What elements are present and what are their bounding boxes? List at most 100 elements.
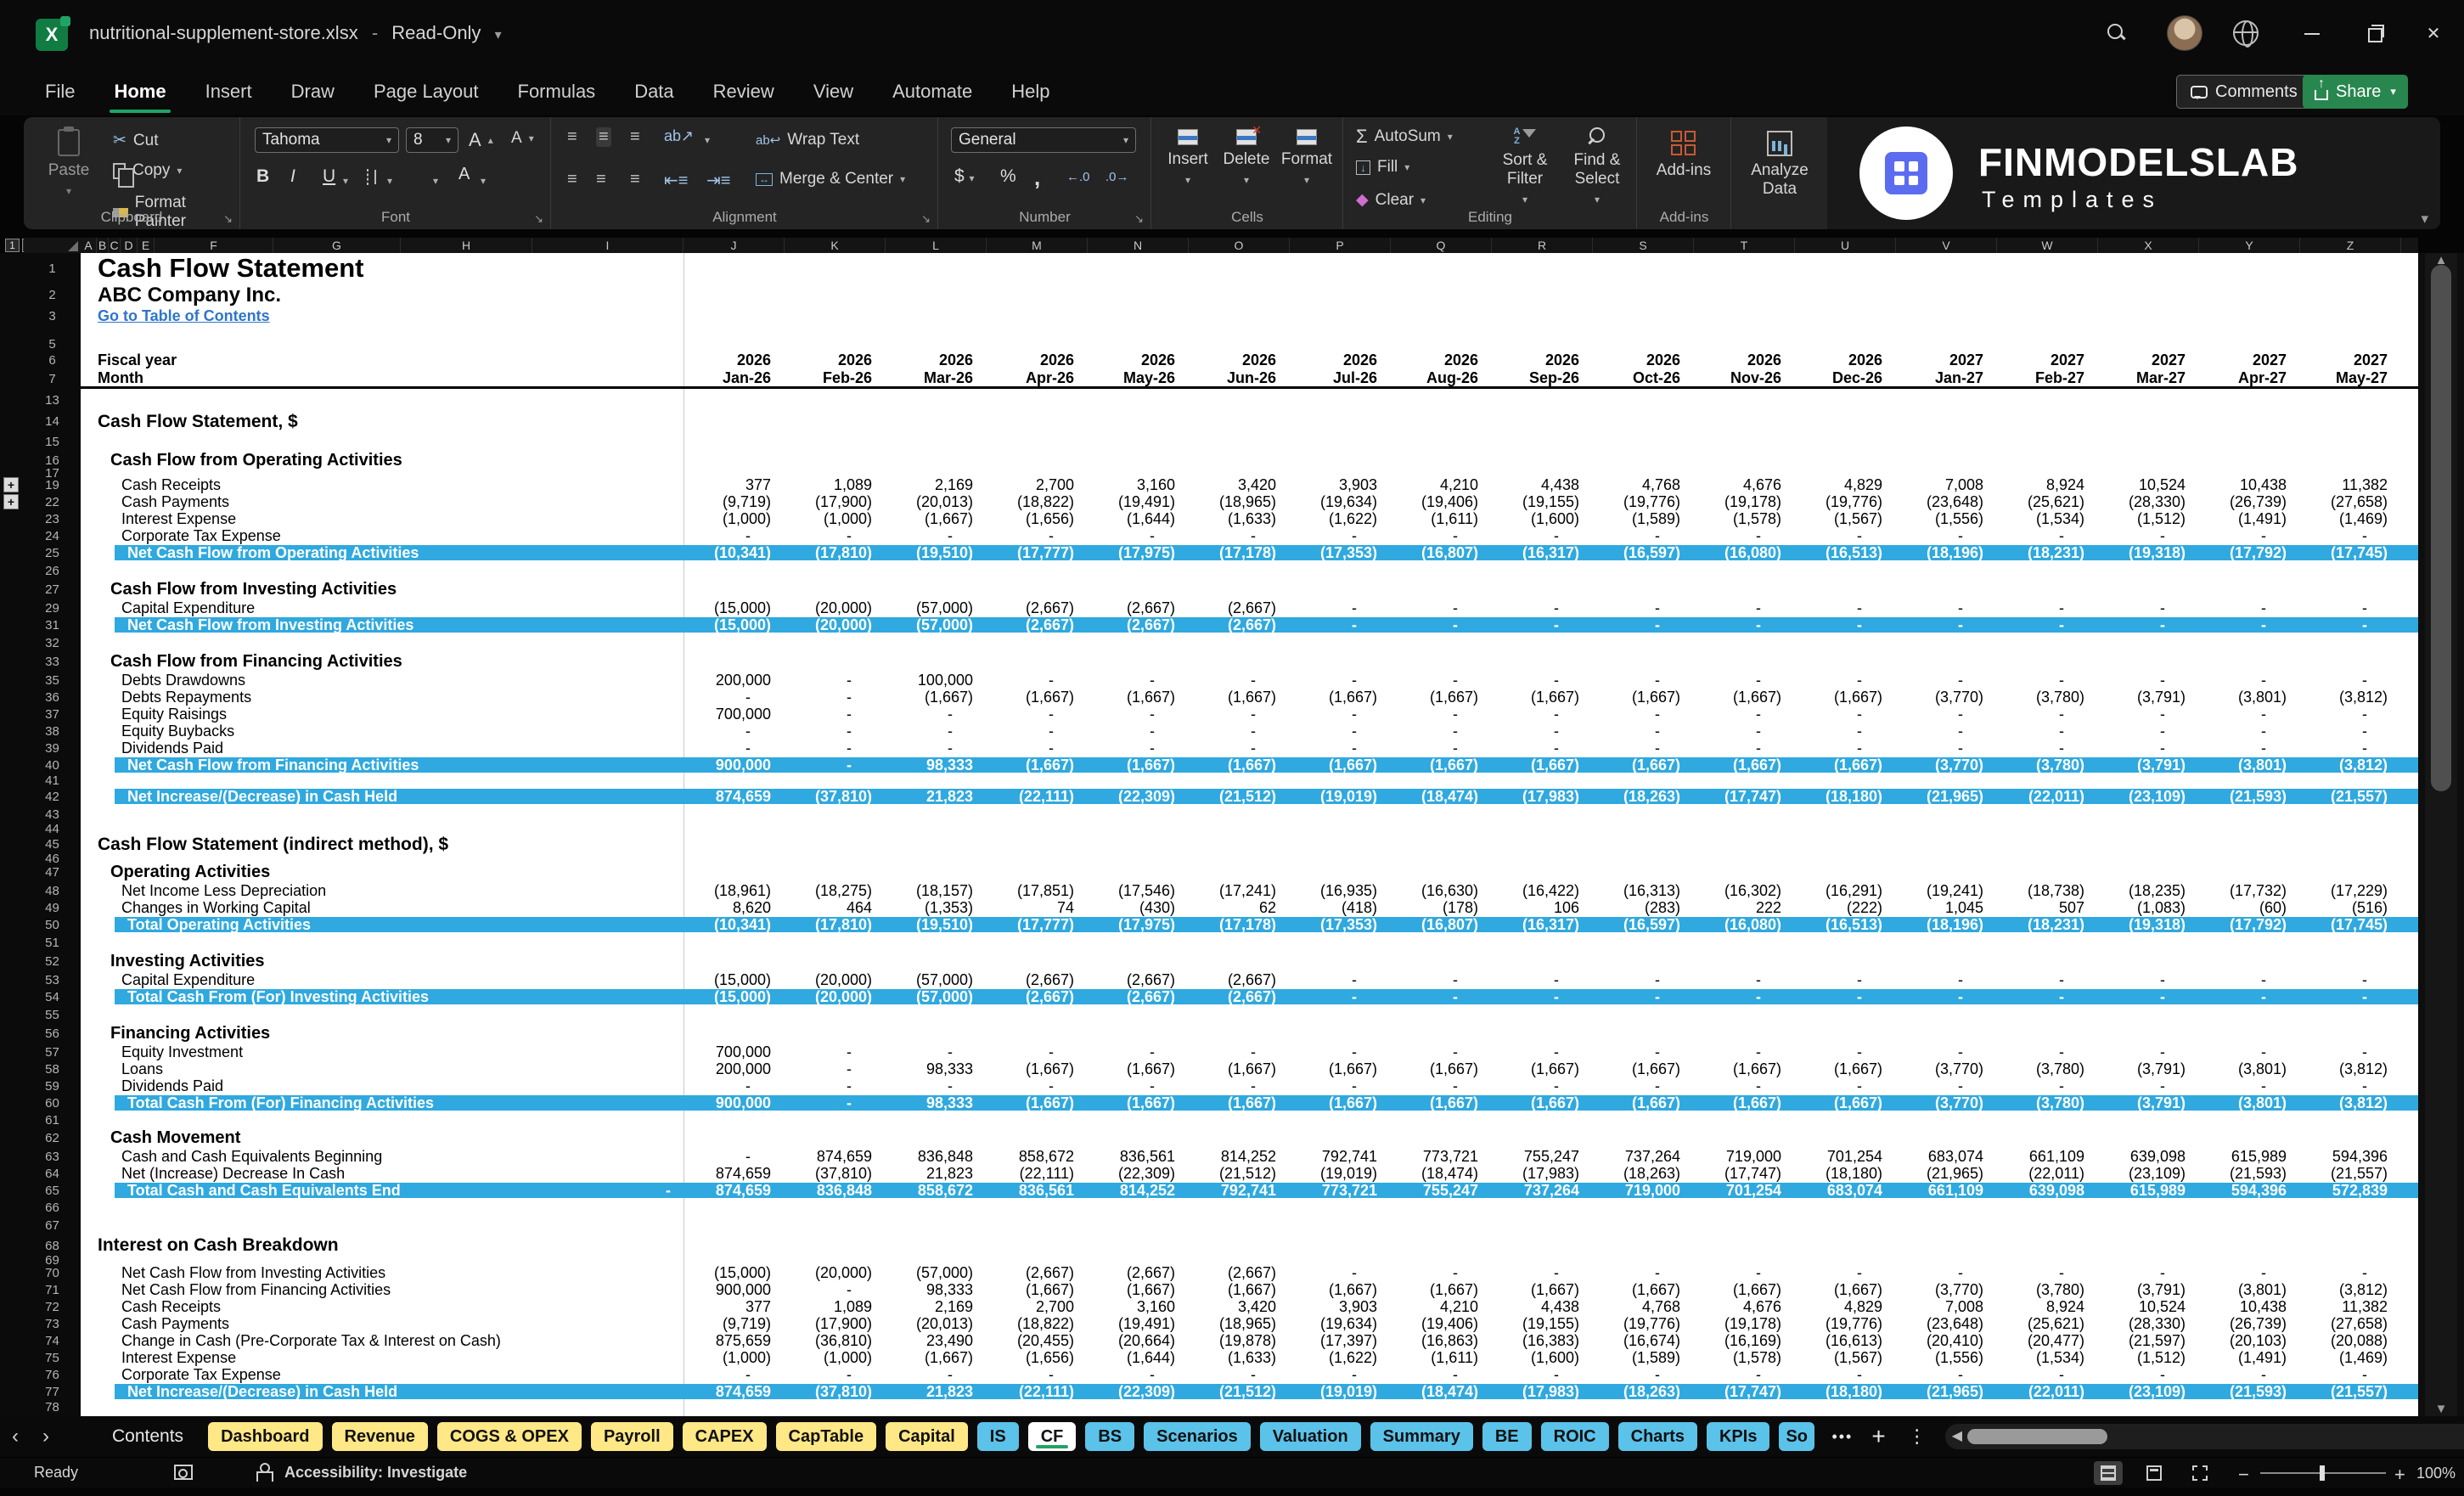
cell-value[interactable]: (16,169) bbox=[1694, 1332, 1795, 1349]
cell-value[interactable]: (19,510) bbox=[886, 544, 987, 561]
cell-value[interactable]: - bbox=[1593, 672, 1694, 689]
cell-value[interactable]: - bbox=[785, 723, 886, 740]
row-number[interactable]: 17 bbox=[24, 470, 81, 476]
cell-value[interactable]: (1,000) bbox=[785, 1349, 886, 1366]
toc-link[interactable]: Go to Table of Contents bbox=[98, 307, 270, 326]
menu-tab-draw[interactable]: Draw bbox=[272, 68, 354, 115]
clear-button[interactable]: ◆ Clear▾ bbox=[1356, 190, 1426, 210]
cell-value[interactable]: (3,770) bbox=[1896, 1060, 1997, 1077]
cell-value[interactable]: - bbox=[1593, 971, 1694, 988]
cell-value[interactable]: 2026 bbox=[1088, 352, 1189, 369]
cell-value[interactable]: - bbox=[886, 1077, 987, 1094]
cell-value[interactable]: 4,768 bbox=[1593, 476, 1694, 493]
globe-icon[interactable] bbox=[2233, 20, 2259, 46]
cell-value[interactable]: - bbox=[1795, 1077, 1896, 1094]
cell-value[interactable]: - bbox=[1290, 740, 1391, 756]
cell-value[interactable]: - bbox=[785, 1060, 886, 1077]
cell-value[interactable]: - bbox=[1896, 672, 1997, 689]
cell-value[interactable]: (516) bbox=[2300, 899, 2401, 916]
cell-value[interactable]: - bbox=[1896, 527, 1997, 544]
cell-value[interactable]: (18,275) bbox=[785, 882, 886, 899]
cell-value[interactable]: - bbox=[1795, 1264, 1896, 1281]
cell-value[interactable]: - bbox=[1391, 527, 1492, 544]
menu-tab-page-layout[interactable]: Page Layout bbox=[354, 68, 498, 115]
cell-value[interactable]: (26,739) bbox=[2199, 493, 2300, 510]
comma-style-icon[interactable]: , bbox=[1034, 165, 1040, 191]
cell-value[interactable]: - bbox=[1492, 971, 1593, 988]
cell-value[interactable]: 755,247 bbox=[1391, 1182, 1492, 1199]
cell-value[interactable]: 74 bbox=[987, 899, 1088, 916]
font-color-button[interactable]: A bbox=[458, 165, 470, 184]
cell-value[interactable]: (1,667) bbox=[1088, 1060, 1189, 1077]
cell-value[interactable]: 4,438 bbox=[1492, 1298, 1593, 1315]
cell-value[interactable]: - bbox=[2300, 723, 2401, 740]
cell-value[interactable]: (21,965) bbox=[1896, 788, 1997, 805]
sheet-tab-roic[interactable]: ROIC bbox=[1540, 1421, 1610, 1452]
cell-value[interactable]: (16,291) bbox=[1795, 882, 1896, 899]
cell-value[interactable]: - bbox=[2199, 672, 2300, 689]
cell-value[interactable]: - bbox=[1290, 672, 1391, 689]
cell-value[interactable]: (3,791) bbox=[2098, 1060, 2199, 1077]
cell-value[interactable]: (17,777) bbox=[987, 544, 1088, 561]
cell-value[interactable]: - bbox=[2199, 723, 2300, 740]
cell-value[interactable]: - bbox=[1593, 1264, 1694, 1281]
cell-value[interactable]: - bbox=[1290, 1264, 1391, 1281]
sheet-tab-payroll[interactable]: Payroll bbox=[590, 1421, 674, 1452]
cell-value[interactable]: (1,611) bbox=[1391, 1349, 1492, 1366]
cell-value[interactable]: (1,667) bbox=[1189, 689, 1290, 706]
cell-value[interactable]: 700,000 bbox=[684, 1043, 785, 1060]
cell-value[interactable]: - bbox=[1694, 740, 1795, 756]
cell-value[interactable]: (17,777) bbox=[987, 916, 1088, 933]
cell-value[interactable]: - bbox=[1593, 599, 1694, 616]
cell-value[interactable]: - bbox=[1694, 672, 1795, 689]
fill-button[interactable]: ↓ Fill▾ bbox=[1356, 158, 1409, 177]
cell-value[interactable]: 900,000 bbox=[684, 756, 785, 773]
cell-value[interactable]: - bbox=[2098, 988, 2199, 1005]
cell-value[interactable]: (21,557) bbox=[2300, 1165, 2401, 1182]
cell-value[interactable]: (3,812) bbox=[2300, 756, 2401, 773]
cell-value[interactable]: Apr-27 bbox=[2199, 369, 2300, 386]
cell-value[interactable]: - bbox=[1391, 1077, 1492, 1094]
cell-value[interactable]: 98,333 bbox=[886, 1060, 987, 1077]
cell-value[interactable]: - bbox=[1391, 1366, 1492, 1383]
cell-value[interactable]: (1,534) bbox=[1997, 510, 2098, 527]
scroll-down-icon[interactable]: ▼ bbox=[2425, 1402, 2457, 1416]
cell-value[interactable]: (3,780) bbox=[1997, 1060, 2098, 1077]
cell-value[interactable]: - bbox=[785, 527, 886, 544]
cell-value[interactable]: (3,812) bbox=[2300, 689, 2401, 706]
cell-value[interactable]: (1,667) bbox=[987, 1060, 1088, 1077]
cell-value[interactable]: (1,667) bbox=[1290, 756, 1391, 773]
cell-value[interactable]: 874,659 bbox=[684, 1182, 785, 1199]
cell-value[interactable]: (9,719) bbox=[684, 493, 785, 510]
cell-value[interactable]: 683,074 bbox=[1896, 1148, 1997, 1165]
cell-value[interactable]: 2026 bbox=[1492, 352, 1593, 369]
cell-value[interactable]: - bbox=[1795, 527, 1896, 544]
cell-value[interactable]: - bbox=[2098, 672, 2199, 689]
cell-value[interactable]: (3,801) bbox=[2199, 1281, 2300, 1298]
cell-value[interactable]: - bbox=[1088, 740, 1189, 756]
cell-value[interactable]: 3,420 bbox=[1189, 476, 1290, 493]
cell-value[interactable]: (1,667) bbox=[1189, 1094, 1290, 1111]
cell-value[interactable]: (21,965) bbox=[1896, 1383, 1997, 1400]
cell-value[interactable]: (18,231) bbox=[1997, 544, 2098, 561]
cell-value[interactable]: - bbox=[1795, 1043, 1896, 1060]
cell-value[interactable]: (23,109) bbox=[2098, 1165, 2199, 1182]
cell-value[interactable]: 2027 bbox=[2199, 352, 2300, 369]
row-number[interactable]: 23 bbox=[24, 510, 81, 527]
cell-value[interactable]: 683,074 bbox=[1795, 1182, 1896, 1199]
row-number[interactable]: 3 bbox=[24, 307, 81, 326]
cell-value[interactable]: (2,667) bbox=[1189, 971, 1290, 988]
cell-value[interactable]: - bbox=[684, 527, 785, 544]
cell-value[interactable]: (57,000) bbox=[886, 1264, 987, 1281]
cell-value[interactable]: 874,659 bbox=[684, 1383, 785, 1400]
row-number[interactable]: 36 bbox=[24, 689, 81, 706]
cell-value[interactable]: 2,700 bbox=[987, 476, 1088, 493]
cell-value[interactable]: Mar-27 bbox=[2098, 369, 2199, 386]
cell-value[interactable]: - bbox=[785, 756, 886, 773]
row-number[interactable]: 57 bbox=[24, 1043, 81, 1060]
cell-value[interactable]: 100,000 bbox=[886, 672, 987, 689]
cell-value[interactable]: 98,333 bbox=[886, 756, 987, 773]
cell-value[interactable]: (2,667) bbox=[1088, 988, 1189, 1005]
cell-value[interactable]: - bbox=[1290, 1077, 1391, 1094]
cell-value[interactable]: (60) bbox=[2199, 899, 2300, 916]
